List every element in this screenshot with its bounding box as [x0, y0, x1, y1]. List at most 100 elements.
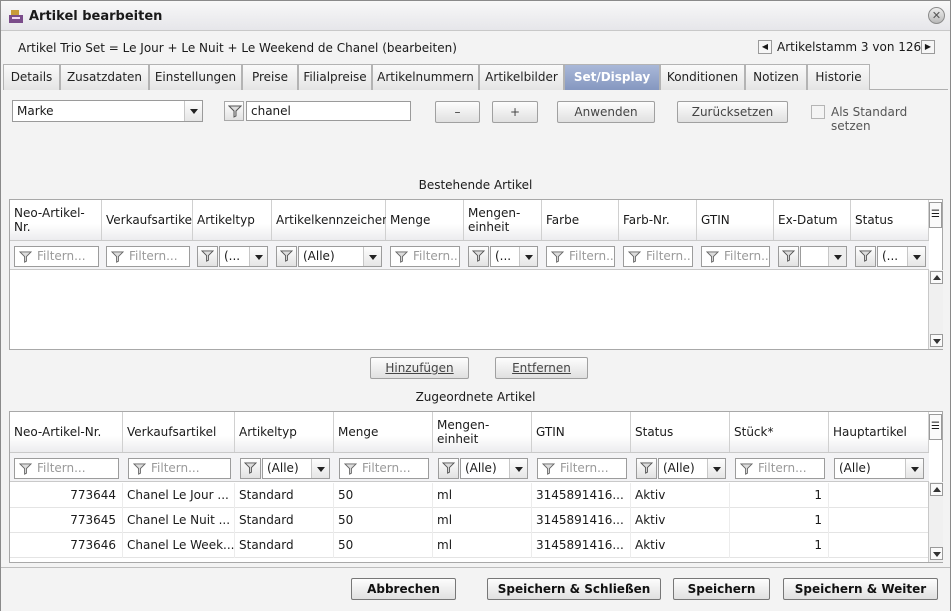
next-record-button[interactable]: ▶: [921, 40, 935, 54]
filter-input[interactable]: Filtern...: [546, 246, 615, 267]
column-header[interactable]: Mengen- einheit: [464, 200, 542, 240]
filter-operator-button[interactable]: [855, 246, 876, 267]
date-filter-input[interactable]: [800, 246, 847, 267]
filter-input[interactable]: Filtern...: [735, 458, 825, 479]
filter-select[interactable]: (Alle): [834, 458, 924, 479]
column-header[interactable]: Artikeltyp: [235, 412, 334, 452]
filter-operator-button[interactable]: [276, 246, 297, 267]
assigned-articles-title: Zugeordnete Artikel: [415, 390, 536, 404]
filter-operator-button[interactable]: [197, 246, 218, 267]
record-position: Artikelstamm 3 von 1268: [777, 40, 929, 54]
column-header[interactable]: Farbe: [542, 200, 619, 240]
tab-filialpreise[interactable]: Filialpreise: [298, 64, 372, 90]
tab-set-display[interactable]: Set/Display: [564, 64, 660, 90]
column-header[interactable]: GTIN: [532, 412, 631, 452]
vertical-scrollbar[interactable]: [928, 270, 943, 349]
chevron-down-icon[interactable]: [519, 247, 537, 266]
column-header[interactable]: Menge: [334, 412, 433, 452]
chevron-down-icon[interactable]: [707, 459, 725, 478]
filter-input[interactable]: Filtern...: [537, 458, 627, 479]
vertical-scrollbar[interactable]: [928, 482, 943, 562]
tab-notizen[interactable]: Notizen: [745, 64, 807, 90]
column-header[interactable]: Farb-Nr.: [619, 200, 697, 240]
tab-einstellungen[interactable]: Einstellungen: [149, 64, 242, 90]
cancel-button[interactable]: Abbrechen: [351, 578, 456, 600]
filter-select[interactable]: (Alle): [460, 458, 528, 479]
scroll-up-button[interactable]: [930, 271, 943, 284]
tab-zusatzdaten[interactable]: Zusatzdaten: [60, 64, 149, 90]
column-header[interactable]: Status: [631, 412, 730, 452]
filter-select[interactable]: (Alle): [298, 246, 382, 267]
add-filter-button[interactable]: +: [492, 101, 538, 123]
filter-input[interactable]: Filtern...: [623, 246, 693, 267]
remove-button[interactable]: Entfernen: [495, 357, 588, 379]
previous-record-button[interactable]: ◀: [758, 40, 772, 54]
tab-historie[interactable]: Historie: [807, 64, 870, 90]
filter-operator-button[interactable]: [636, 458, 657, 479]
filter-select[interactable]: (Alle): [262, 458, 330, 479]
save-button[interactable]: Speichern: [673, 578, 770, 600]
filter-input[interactable]: Filtern...: [128, 458, 231, 479]
filter-select[interactable]: (...: [219, 246, 268, 267]
filter-select[interactable]: (...: [490, 246, 538, 267]
chevron-down-icon[interactable]: [249, 247, 267, 266]
chevron-down-icon[interactable]: [907, 247, 925, 266]
filter-search-input[interactable]: chanel: [246, 101, 411, 121]
chevron-down-icon[interactable]: [311, 459, 329, 478]
calendar-icon[interactable]: [828, 247, 846, 266]
chevron-down-icon[interactable]: [509, 459, 527, 478]
filter-input[interactable]: Filtern...: [339, 458, 429, 479]
filter-operator-button[interactable]: [438, 458, 459, 479]
reset-button[interactable]: Zurücksetzen: [677, 101, 788, 123]
chevron-down-icon[interactable]: [905, 459, 923, 478]
column-header[interactable]: Mengen- einheit: [433, 412, 532, 452]
save-next-button[interactable]: Speichern & Weiter: [783, 578, 938, 600]
column-header[interactable]: Verkaufsartikel: [102, 200, 195, 240]
column-chooser-icon[interactable]: ☰: [929, 202, 942, 228]
column-header[interactable]: Artikeltyp: [193, 200, 272, 240]
filter-field-select[interactable]: Marke: [12, 100, 203, 122]
filter-input[interactable]: Filtern...: [106, 246, 190, 267]
scroll-down-button[interactable]: [930, 547, 943, 560]
filter-input[interactable]: Filtern...: [14, 458, 119, 479]
tab-konditionen[interactable]: Konditionen: [660, 64, 745, 90]
apply-button[interactable]: Anwenden: [557, 101, 655, 123]
filter-select[interactable]: (...: [877, 246, 926, 267]
table-row[interactable]: 773645 Chanel Le Nuit ... Standard 50 ml…: [10, 508, 929, 533]
column-header[interactable]: Neo-Artikel-Nr.: [10, 412, 123, 452]
filter-operator-button[interactable]: [778, 246, 799, 267]
funnel-icon: [628, 251, 641, 263]
tab-details[interactable]: Details: [3, 64, 60, 90]
column-chooser-icon[interactable]: ☰: [929, 414, 942, 440]
filter-input[interactable]: Filtern...: [390, 246, 460, 267]
filter-operator-button[interactable]: [240, 458, 261, 479]
chevron-down-icon[interactable]: [363, 247, 381, 266]
set-default-checkbox[interactable]: [811, 105, 825, 119]
column-header[interactable]: Ex-Datum: [774, 200, 851, 240]
filter-operator-button[interactable]: [224, 101, 244, 121]
remove-filter-button[interactable]: –: [435, 101, 480, 123]
filter-input[interactable]: Filtern...: [14, 246, 99, 267]
column-header[interactable]: Neo-Artikel-Nr.: [10, 200, 102, 240]
column-header[interactable]: Hauptartikel: [829, 412, 929, 452]
column-header[interactable]: Artikelkennzeichen: [272, 200, 390, 240]
table-row[interactable]: 773644 Chanel Le Jour ... Standard 50 ml…: [10, 483, 929, 508]
column-header[interactable]: Status: [851, 200, 929, 240]
filter-input[interactable]: Filtern...: [701, 246, 770, 267]
column-header[interactable]: GTIN: [697, 200, 774, 240]
add-button[interactable]: Hinzufügen: [370, 357, 469, 379]
scroll-down-button[interactable]: [930, 334, 943, 347]
column-header[interactable]: Verkaufsartikel: [123, 412, 235, 452]
tab-artikelbilder[interactable]: Artikelbilder: [479, 64, 564, 90]
table-row[interactable]: 773646 Chanel Le Week... Standard 50 ml …: [10, 533, 929, 558]
column-header[interactable]: Stück*: [730, 412, 829, 452]
filter-operator-button[interactable]: [468, 246, 489, 267]
tab-artikelnummern[interactable]: Artikelnummern: [372, 64, 479, 90]
save-close-button[interactable]: Speichern & Schließen: [487, 578, 661, 600]
close-icon[interactable]: ✕: [928, 7, 945, 24]
scroll-up-button[interactable]: [930, 483, 943, 496]
column-header[interactable]: Menge: [386, 200, 464, 240]
filter-select[interactable]: (Alle): [658, 458, 726, 479]
tab-preise[interactable]: Preise: [242, 64, 298, 90]
chevron-down-icon[interactable]: [184, 101, 202, 121]
